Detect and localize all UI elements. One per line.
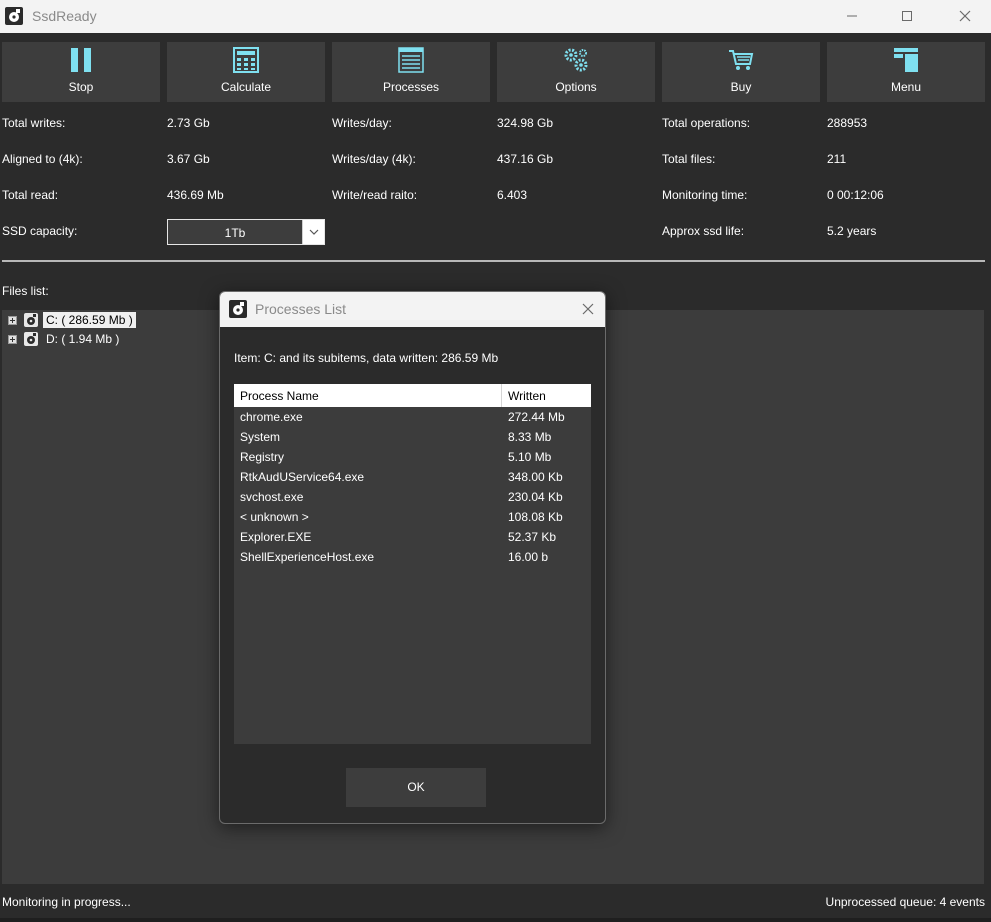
written-amount: 5.10 Mb [508,450,552,464]
table-row[interactable]: Registry 5.10 Mb [234,446,591,466]
separator [2,260,985,262]
processes-label: Processes [382,80,440,94]
dialog-title: Processes List [255,301,347,317]
process-name: svchost.exe [240,490,304,504]
calculator-icon [233,47,259,73]
ssd-capacity-select[interactable]: 1Tb [167,219,325,245]
close-window-button[interactable] [942,0,988,33]
app-logo-icon [5,7,23,25]
maximize-icon [902,11,912,21]
maximize-button[interactable] [884,0,930,33]
processes-button[interactable]: Processes [332,42,490,102]
total-operations-label: Total operations: [662,116,751,130]
buy-button[interactable]: Buy [662,42,820,102]
written-amount: 16.00 b [508,550,549,564]
process-name: RtkAudUService64.exe [240,470,365,484]
table-row[interactable]: svchost.exe 230.04 Kb [234,486,591,506]
menu-label: Menu [890,80,922,94]
total-files-label: Total files: [662,152,716,166]
table-row[interactable]: System 8.33 Mb [234,426,591,446]
title-bar: SsdReady [0,0,991,33]
column-header-written[interactable]: Written [508,389,546,403]
column-header-process-name[interactable]: Process Name [240,389,319,403]
write-read-ratio-value: 6.403 [497,188,528,202]
table-row[interactable]: ShellExperienceHost.exe 16.00 b [234,546,591,566]
tree-item-label: D: ( 1.94 Mb ) [46,332,120,346]
close-icon[interactable] [579,300,597,318]
queue-status: Unprocessed queue: 4 events [825,895,985,909]
status-text: Monitoring in progress... [2,895,131,909]
ok-button[interactable]: OK [346,768,486,807]
minimize-button[interactable] [829,0,875,33]
monitoring-time-value: 0 00:12:06 [827,188,884,202]
processes-dialog: Processes List Item: C: and its subitems… [219,291,606,824]
table-header: Process Name Written [234,384,591,407]
written-amount: 108.08 Kb [508,510,563,524]
list-icon [398,47,424,73]
total-read-label: Total read: [2,188,59,202]
table-row[interactable]: < unknown > 108.08 Kb [234,506,591,526]
column-divider[interactable] [501,384,502,407]
gears-icon [564,48,588,72]
minimize-icon [847,15,857,17]
calculate-button[interactable]: Calculate [167,42,325,102]
ssd-life-value: 5.2 years [827,224,877,238]
written-amount: 8.33 Mb [508,430,552,444]
process-name: ShellExperienceHost.exe [240,550,375,564]
writes-day-4k-value: 437.16 Gb [497,152,554,166]
close-icon [959,10,971,22]
chevron-down-icon [309,229,319,235]
options-label: Options [555,80,597,94]
app-logo-icon [229,300,247,318]
total-operations-value: 288953 [827,116,868,130]
ssd-life-label: Approx ssd life: [662,224,745,238]
calculate-label: Calculate [220,80,272,94]
dropdown-button[interactable] [302,220,324,244]
writes-day-label: Writes/day: [332,116,392,130]
written-amount: 230.04 Kb [508,490,563,504]
written-amount: 52.37 Kb [508,530,557,544]
menu-button[interactable]: Menu [827,42,985,102]
written-amount: 348.00 Kb [508,470,563,484]
buy-label: Buy [730,80,752,94]
options-button[interactable]: Options [497,42,655,102]
tree-item-label: C: ( 286.59 Mb ) [43,312,136,328]
table-row[interactable]: chrome.exe 272.44 Mb [234,406,591,426]
menu-icon [894,48,918,72]
stop-button[interactable]: Stop [2,42,160,102]
ssd-capacity-label: SSD capacity: [2,224,78,238]
process-name: chrome.exe [240,410,303,424]
table-row[interactable]: RtkAudUService64.exe 348.00 Kb [234,466,591,486]
bottom-border [0,918,991,922]
ssd-capacity-value: 1Tb [224,226,246,240]
aligned-value: 3.67 Gb [167,152,210,166]
total-writes-value: 2.73 Gb [167,116,210,130]
expand-icon[interactable] [8,335,17,344]
process-name: System [240,430,281,444]
aligned-label: Aligned to (4k): [2,152,83,166]
drive-icon [24,313,38,327]
process-name: Explorer.EXE [240,530,312,544]
stop-label: Stop [68,80,94,94]
total-files-value: 211 [827,152,847,166]
files-list-label: Files list: [2,284,49,298]
process-name: Registry [240,450,285,464]
pause-icon [71,48,91,72]
process-table[interactable]: Process Name Written chrome.exe 272.44 Mb… [234,384,591,744]
dialog-title-bar: Processes List [220,292,605,327]
write-read-ratio-label: Write/read raito: [332,188,418,202]
drive-icon [24,332,38,346]
table-row[interactable]: Explorer.EXE 52.37 Kb [234,526,591,546]
cart-icon [729,50,754,70]
written-amount: 272.44 Mb [508,410,565,424]
writes-day-4k-label: Writes/day (4k): [332,152,416,166]
monitoring-time-label: Monitoring time: [662,188,748,202]
total-read-value: 436.69 Mb [167,188,224,202]
total-writes-label: Total writes: [2,116,66,130]
dialog-info-text: Item: C: and its subitems, data written:… [234,351,499,365]
window-title: SsdReady [32,8,97,24]
process-name: < unknown > [240,510,309,524]
expand-icon[interactable] [8,316,17,325]
writes-day-value: 324.98 Gb [497,116,554,130]
